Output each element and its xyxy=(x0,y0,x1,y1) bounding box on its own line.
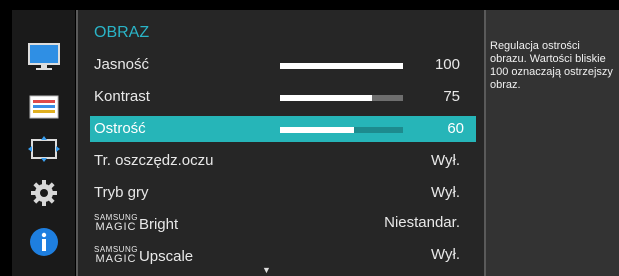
menu-item-value: 100 xyxy=(434,56,460,73)
monitor-icon[interactable] xyxy=(26,39,62,75)
picture-menu-panel: OBRAZ Jasność 100 Kontrast 75 Ostrość 60… xyxy=(76,10,486,276)
osd-icon-bar xyxy=(12,10,75,276)
samsung-magic-logo: SAMSUNG MAGIC xyxy=(94,245,138,265)
menu-item-value: Niestandar. xyxy=(384,214,460,231)
menu-item-value: Wył. xyxy=(430,152,460,169)
samsung-magic-logo: SAMSUNG MAGIC xyxy=(94,213,138,233)
scroll-down-icon[interactable]: ▼ xyxy=(262,265,271,275)
menu-item-value: Wył. xyxy=(430,246,460,263)
menu-item-value: Wył. xyxy=(430,184,460,201)
picture-settings-icon[interactable] xyxy=(26,89,62,125)
menu-item-magic-bright[interactable]: SAMSUNG MAGIC Bright Niestandar. xyxy=(94,210,472,236)
menu-item-label: SAMSUNG MAGIC Upscale xyxy=(94,245,194,266)
gear-icon[interactable] xyxy=(26,175,62,211)
menu-item-label: Kontrast xyxy=(94,88,150,105)
menu-item-label: SAMSUNG MAGIC Bright xyxy=(94,213,179,234)
menu-item-eye-saver[interactable]: Tr. oszczędz.oczu Wył. xyxy=(94,148,472,174)
info-icon[interactable] xyxy=(26,224,62,260)
menu-item-value: 75 xyxy=(443,88,460,105)
sharpness-slider[interactable] xyxy=(280,127,403,133)
menu-item-magic-upscale[interactable]: SAMSUNG MAGIC Upscale Wył. xyxy=(94,242,472,268)
monitor-osd: OBRAZ Jasność 100 Kontrast 75 Ostrość 60… xyxy=(0,0,619,276)
menu-item-label: Jasność xyxy=(94,56,150,73)
menu-item-label: Tr. oszczędz.oczu xyxy=(94,152,214,169)
menu-item-label: Tryb gry xyxy=(94,184,149,201)
menu-item-brightness[interactable]: Jasność 100 xyxy=(94,52,472,78)
position-size-icon[interactable] xyxy=(26,132,62,168)
contrast-slider[interactable] xyxy=(280,95,403,101)
help-text: Regulacja ostrości obrazu. Wartości blis… xyxy=(490,40,613,91)
menu-item-label: Ostrość xyxy=(94,120,146,137)
help-panel: Regulacja ostrości obrazu. Wartości blis… xyxy=(486,10,619,276)
menu-title: OBRAZ xyxy=(94,24,150,41)
brightness-slider[interactable] xyxy=(280,63,403,69)
menu-item-contrast[interactable]: Kontrast 75 xyxy=(94,84,472,110)
menu-item-game-mode[interactable]: Tryb gry Wył. xyxy=(94,180,472,206)
menu-item-value: 60 xyxy=(447,120,464,137)
menu-item-sharpness[interactable]: Ostrość 60 xyxy=(90,116,476,142)
